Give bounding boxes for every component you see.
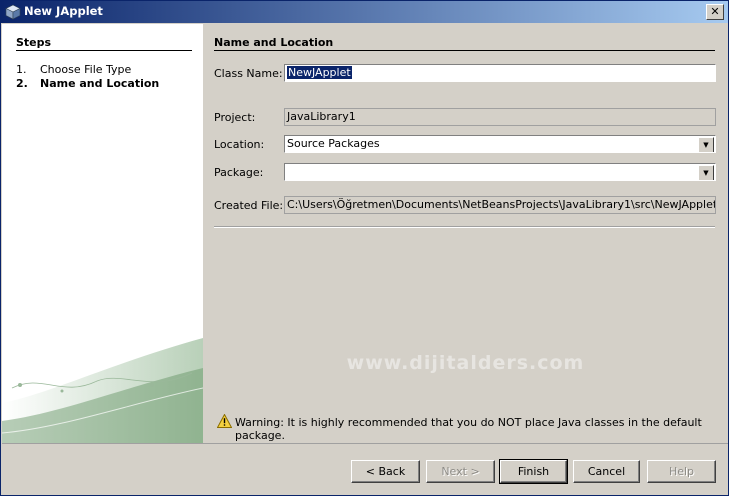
window-title: New JApplet xyxy=(24,4,103,18)
package-dropdown-button[interactable]: ▼ xyxy=(698,165,714,180)
section-divider xyxy=(214,50,715,51)
class-name-label: Class Name: xyxy=(214,67,283,80)
section-title: Name and Location xyxy=(214,36,334,49)
project-field: JavaLibrary1 xyxy=(284,108,716,126)
back-button[interactable]: < Back xyxy=(351,460,420,483)
step-number: 1. xyxy=(16,63,27,76)
title-bar[interactable]: New JApplet ✕ xyxy=(1,1,728,23)
warning-triangle-icon xyxy=(217,414,232,428)
location-dropdown-button[interactable]: ▼ xyxy=(698,137,714,152)
package-combo[interactable]: ▼ xyxy=(284,163,716,181)
steps-panel: Steps 1. Choose File Type 2. Name and Loca… xyxy=(2,24,203,443)
step-number: 2. xyxy=(16,77,28,90)
close-button[interactable]: ✕ xyxy=(706,4,724,20)
created-file-field: C:\Users\Öğretmen\Documents\NetBeansProj… xyxy=(284,196,716,214)
class-name-input[interactable]: NewJApplet xyxy=(284,64,716,82)
location-combo[interactable]: Source Packages ▼ xyxy=(284,135,716,153)
steps-title: Steps xyxy=(16,36,52,49)
dialog-window: New JApplet ✕ Steps 1. Choose File Type 2… xyxy=(0,0,729,496)
help-button[interactable]: Help xyxy=(647,460,716,483)
class-name-value: NewJApplet xyxy=(287,66,352,79)
steps-divider xyxy=(16,50,192,51)
step-item: 1. Choose File Type xyxy=(16,63,131,76)
netbeans-cube-icon xyxy=(5,4,21,20)
form-separator xyxy=(214,226,715,228)
next-button[interactable]: Next > xyxy=(426,460,495,483)
step-label: Name and Location xyxy=(40,77,160,90)
location-label: Location: xyxy=(214,138,265,151)
finish-button[interactable]: Finish xyxy=(499,459,568,484)
button-bar-separator xyxy=(2,443,728,444)
package-label: Package: xyxy=(214,166,264,179)
close-icon: ✕ xyxy=(710,5,720,18)
warning-message: Warning: It is highly recommended that y… xyxy=(235,416,702,442)
step-label: Choose File Type xyxy=(40,63,132,76)
step-item-current: 2. Name and Location xyxy=(16,77,159,90)
watermark-text: www.dijitalders.com xyxy=(346,352,585,374)
created-file-label: Created File: xyxy=(214,199,284,212)
project-value: JavaLibrary1 xyxy=(287,110,356,123)
chevron-down-icon: ▼ xyxy=(703,169,709,177)
location-value: Source Packages xyxy=(287,137,380,150)
content-panel: Name and Location Class Name: NewJApplet… xyxy=(203,24,728,443)
chevron-down-icon: ▼ xyxy=(703,141,709,149)
cancel-button[interactable]: Cancel xyxy=(573,460,640,483)
project-label: Project: xyxy=(214,111,256,124)
created-file-value: C:\Users\Öğretmen\Documents\NetBeansProj… xyxy=(287,198,716,211)
decorative-wave-graphic xyxy=(2,338,203,443)
